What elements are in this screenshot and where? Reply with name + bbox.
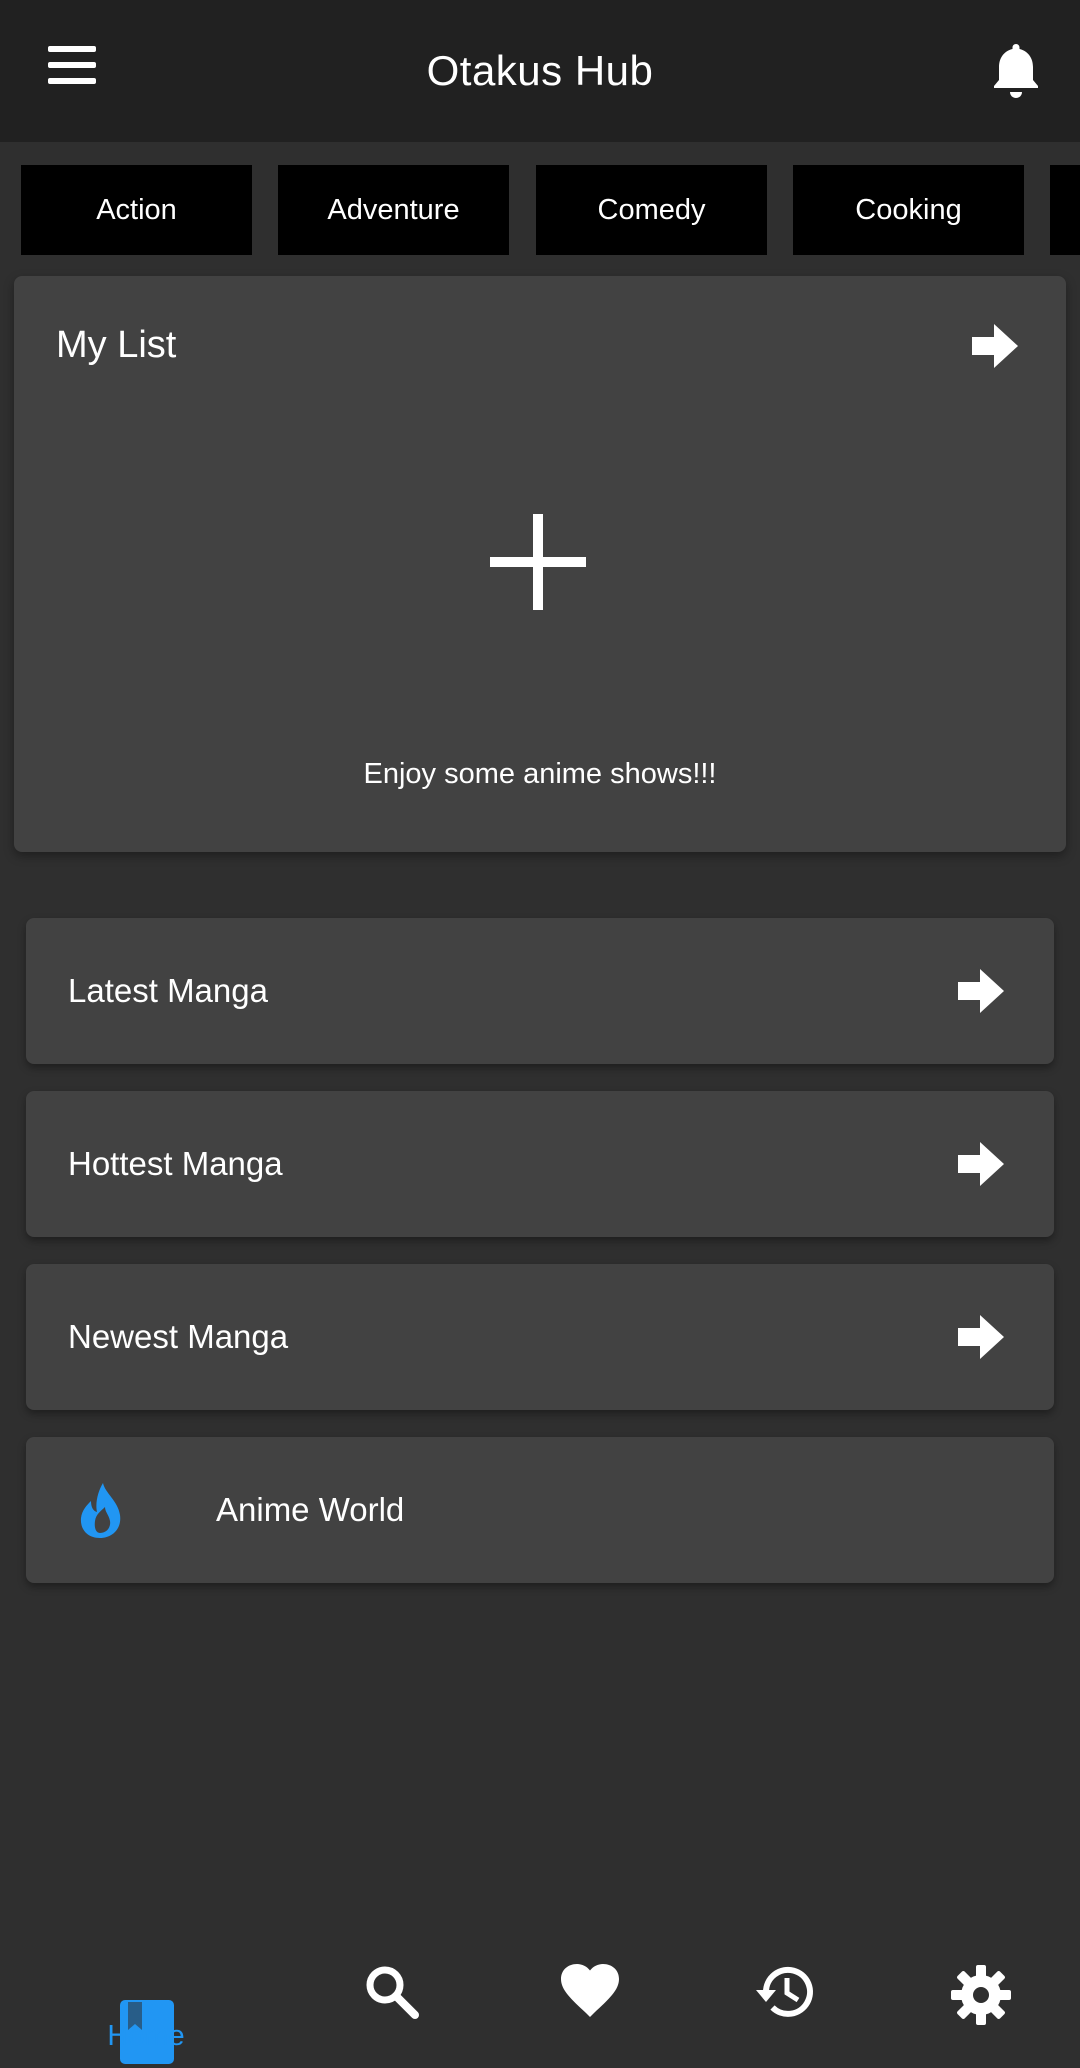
genre-chip-cooking[interactable]: Cooking	[793, 165, 1024, 255]
app-root: Otakus Hub Action Adventure Comedy Cooki…	[0, 0, 1080, 2068]
heart-icon	[561, 1964, 619, 2017]
nav-home[interactable]: Home	[96, 1906, 196, 2068]
app-title: Otakus Hub	[426, 47, 654, 94]
row-label: Newest Manga	[68, 1318, 289, 1355]
nav-history[interactable]	[754, 1906, 816, 2068]
nav-home-label: Home	[107, 2020, 185, 2052]
bell-icon[interactable]	[990, 40, 1042, 100]
anime-world-row[interactable]: Anime World	[26, 1437, 1054, 1583]
arrow-right-icon[interactable]	[972, 324, 1018, 368]
nav-settings[interactable]	[950, 1906, 1012, 2068]
newest-manga-row[interactable]: Newest Manga	[26, 1264, 1054, 1410]
genre-chip-comedy[interactable]: Comedy	[536, 165, 767, 255]
my-list-caption: Enjoy some anime shows!!!	[363, 758, 717, 790]
nav-favorites[interactable]	[560, 1906, 620, 2068]
menu-icon[interactable]	[48, 46, 100, 86]
genre-chip-partial[interactable]	[1050, 165, 1080, 255]
my-list-title: My List	[56, 324, 177, 366]
app-header: Otakus Hub	[0, 0, 1080, 142]
genre-strip[interactable]: Action Adventure Comedy Cooking	[0, 142, 1080, 270]
flame-icon	[78, 1481, 124, 1539]
arrow-right-icon	[958, 1315, 1004, 1359]
bottom-nav: Home	[0, 1906, 1080, 2068]
nav-search[interactable]	[364, 1906, 420, 2068]
anime-world-label: Anime World	[216, 1491, 405, 1528]
history-icon	[756, 1966, 813, 2017]
row-label: Latest Manga	[68, 972, 268, 1009]
plus-icon[interactable]	[490, 514, 586, 610]
book-icon	[120, 1942, 174, 2064]
gear-icon	[951, 1965, 1011, 2025]
search-icon	[366, 1966, 419, 2019]
genre-chip-adventure[interactable]: Adventure	[278, 165, 509, 255]
arrow-right-icon	[958, 1142, 1004, 1186]
row-label: Hottest Manga	[68, 1145, 283, 1182]
hottest-manga-row[interactable]: Hottest Manga	[26, 1091, 1054, 1237]
my-list-card: My List Enjoy some anime shows!!!	[14, 276, 1066, 852]
latest-manga-row[interactable]: Latest Manga	[26, 918, 1054, 1064]
arrow-right-icon	[958, 969, 1004, 1013]
genre-chip-action[interactable]: Action	[21, 165, 252, 255]
